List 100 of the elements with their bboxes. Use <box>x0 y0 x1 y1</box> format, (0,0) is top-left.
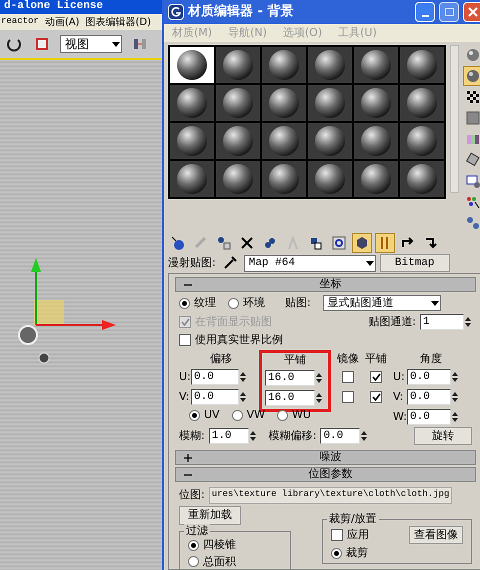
blur-label: 模糊: <box>179 428 205 444</box>
radio-button[interactable] <box>188 556 199 568</box>
radio-label: 纹理 <box>194 294 216 311</box>
app-title-bar: d-alone License <box>0 0 162 14</box>
view-image-button[interactable]: 查看图像 <box>409 526 463 544</box>
checkbox[interactable] <box>179 334 191 346</box>
column-header: 角度 <box>419 352 443 366</box>
column-header: 镜像 <box>337 352 359 366</box>
axis-label: W: <box>393 408 405 425</box>
number-field[interactable]: 0.0 <box>191 369 239 385</box>
number-field[interactable]: 16.0 <box>265 370 315 386</box>
sample-slot[interactable] <box>400 123 444 159</box>
sample-slot[interactable] <box>170 123 214 159</box>
sample-slot[interactable] <box>216 123 260 159</box>
sample-slot[interactable] <box>170 161 214 197</box>
sample-slot[interactable] <box>308 161 352 197</box>
caret-icon <box>111 39 121 49</box>
column-header: 平铺 <box>283 353 307 367</box>
rollout-header[interactable]: 位图参数 <box>175 467 476 482</box>
radio-label: 四棱锥 <box>203 537 236 553</box>
radio-label: VW <box>246 406 265 423</box>
checkbox-label: 应用 <box>347 526 369 543</box>
checkbox[interactable] <box>342 371 354 383</box>
radio-button[interactable] <box>189 410 200 420</box>
map-name-dropdown[interactable]: Map #64 <box>244 254 376 272</box>
group-title: 裁剪/放置 <box>327 512 379 526</box>
sample-slot[interactable] <box>262 85 306 121</box>
radio-label: WU <box>292 406 311 423</box>
sample-slot[interactable] <box>308 47 352 83</box>
rollout-title: 位图参数 <box>308 466 354 482</box>
map-type-button[interactable]: Bitmap <box>380 254 450 272</box>
close-button[interactable] <box>463 2 480 22</box>
sample-slot[interactable] <box>216 85 260 121</box>
column-header: 偏移 <box>209 352 233 366</box>
menu-item[interactable]: 动画(A) <box>44 14 80 30</box>
sample-slot[interactable] <box>308 85 352 121</box>
maximize-button[interactable] <box>439 2 459 22</box>
number-field[interactable]: 0.0 <box>407 389 451 405</box>
rotate-button[interactable]: 旋转 <box>414 427 472 445</box>
minimize-button[interactable] <box>415 2 435 22</box>
axis-label: U: <box>179 368 189 385</box>
sample-slot[interactable] <box>216 161 260 197</box>
menu-item[interactable]: 图表编辑器(D) <box>85 14 151 30</box>
radio-label: 环境 <box>243 294 265 311</box>
axis-label: V: <box>179 388 189 405</box>
sample-slot[interactable] <box>170 85 214 121</box>
mapping-label: 贴图: <box>285 294 311 311</box>
mapping-dropdown[interactable]: 显式贴图通道 <box>322 295 441 311</box>
radio-button[interactable] <box>228 298 239 308</box>
radio-button[interactable] <box>179 298 190 308</box>
sample-slot[interactable] <box>400 161 444 197</box>
close-icon <box>468 7 478 17</box>
number-field[interactable]: 1.0 <box>208 428 249 444</box>
window-title: 材质编辑器 - 背景 <box>188 2 294 22</box>
axis-label: U: <box>393 368 405 385</box>
number-field[interactable]: 16.0 <box>265 390 315 406</box>
axis-label: V: <box>393 388 404 405</box>
radio-label: 裁剪 <box>346 545 368 561</box>
radio-button[interactable] <box>188 540 199 551</box>
sample-slot[interactable] <box>400 85 444 121</box>
scrollbar[interactable] <box>450 45 459 193</box>
column-header: 平铺 <box>365 352 387 366</box>
sample-slot[interactable] <box>354 123 398 159</box>
channel-label: 贴图通道: <box>368 314 416 330</box>
sample-slot[interactable] <box>262 161 306 197</box>
rollout-title: 噪波 <box>318 449 342 466</box>
checkbox[interactable] <box>370 391 382 403</box>
map-label: 漫射贴图: <box>168 254 216 271</box>
checkbox[interactable] <box>331 529 343 541</box>
sample-slot[interactable] <box>354 85 398 121</box>
number-field[interactable]: 0.0 <box>407 369 451 385</box>
sample-slot[interactable] <box>354 47 398 83</box>
reload-button[interactable]: 重新加载 <box>179 506 241 525</box>
sample-slot[interactable] <box>354 161 398 197</box>
number-field[interactable]: 0.0 <box>191 389 239 405</box>
sample-slot[interactable] <box>170 47 214 83</box>
bitmap-path-button[interactable]: ures\texture library\texture\cloth\cloth.jpg <box>208 486 452 504</box>
radio-button[interactable] <box>232 410 243 420</box>
checkbox[interactable] <box>342 391 354 403</box>
number-field[interactable]: 0.0 <box>407 409 451 425</box>
rollout-header[interactable]: 噪波 <box>175 450 476 465</box>
rollout-title: 坐标 <box>318 276 342 292</box>
blur-offset-label: 模糊偏移: <box>268 428 316 444</box>
sample-slot[interactable] <box>216 47 260 83</box>
sample-slot[interactable] <box>262 123 306 159</box>
sample-slot[interactable] <box>400 47 444 83</box>
radio-button[interactable] <box>331 548 342 559</box>
menu-item[interactable]: reactor <box>1 15 39 29</box>
expand-icon <box>184 454 194 462</box>
number-field[interactable]: 1 <box>420 314 464 330</box>
rollout-header[interactable]: 坐标 <box>175 277 476 292</box>
sample-slot[interactable] <box>262 47 306 83</box>
view-dropdown[interactable]: 视图 <box>60 35 122 53</box>
radio-label: UV <box>204 406 220 423</box>
checkbox-label: 使用真实世界比例 <box>195 332 283 348</box>
caret-icon <box>430 298 440 308</box>
number-field[interactable]: 0.0 <box>320 428 360 444</box>
bitmap-label: 位图: <box>179 486 205 503</box>
checkbox[interactable] <box>370 371 382 383</box>
sample-slot[interactable] <box>308 123 352 159</box>
